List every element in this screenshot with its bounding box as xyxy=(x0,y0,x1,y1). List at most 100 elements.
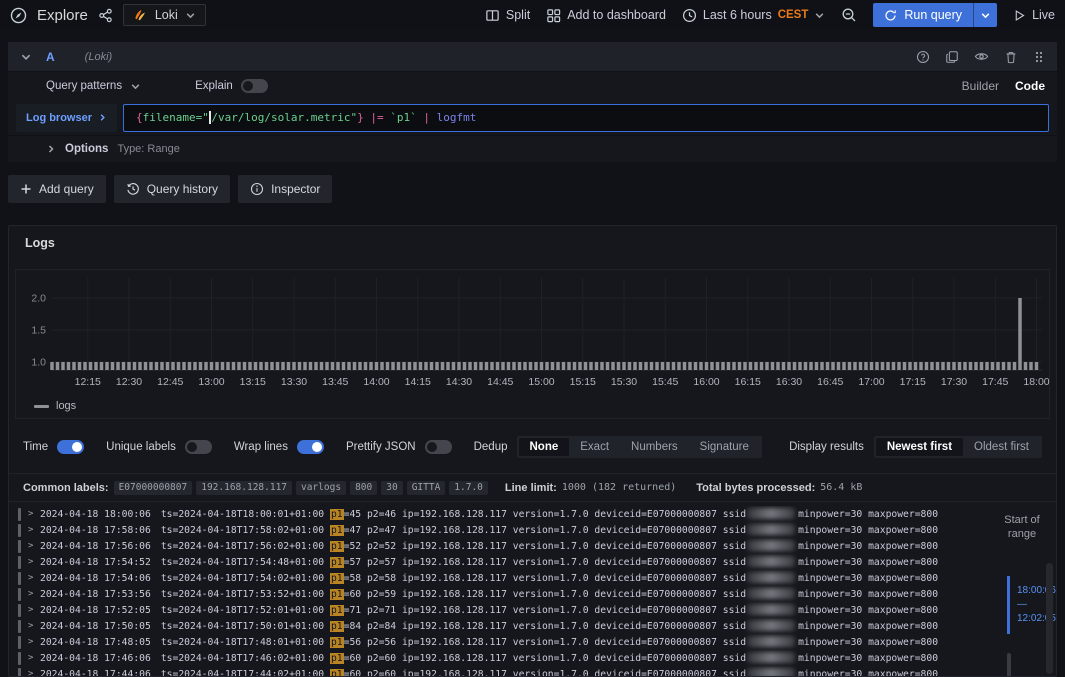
time-range-label: Last 6 hours xyxy=(703,8,772,22)
logs-volume-svg[interactable]: 1.01.52.012:1512:3012:4513:0013:1513:301… xyxy=(16,270,1051,392)
query-options-row[interactable]: Options Type: Range xyxy=(8,135,1057,162)
log-row[interactable]: > 2024-04-18 17:54:06 ts=2024-04-18T17:5… xyxy=(15,570,1042,586)
duplicate-icon[interactable] xyxy=(945,50,959,64)
log-row[interactable]: > 2024-04-18 17:48:05 ts=2024-04-18T17:4… xyxy=(15,634,1042,650)
redacted-value xyxy=(747,588,795,599)
redacted-value xyxy=(747,668,795,676)
expand-chevron-icon[interactable]: > xyxy=(28,573,40,583)
inspector-button[interactable]: Inspector xyxy=(238,175,332,203)
common-labels-label: Common labels: xyxy=(23,482,109,494)
log-timestamp: 2024-04-18 17:44:06 xyxy=(40,669,151,677)
time-range-picker[interactable]: Last 6 hours CEST xyxy=(682,8,825,23)
split-icon xyxy=(485,8,500,23)
query-history-label: Query history xyxy=(147,182,218,196)
editor-mode-toggle: Builder Code xyxy=(962,79,1045,93)
display-option-oldest-first[interactable]: Oldest first xyxy=(963,438,1040,456)
query-ref-id: A xyxy=(46,50,55,64)
log-row[interactable]: > 2024-04-18 17:56:06 ts=2024-04-18T17:5… xyxy=(15,538,1042,554)
run-query-button-group: Run query xyxy=(873,3,997,27)
line-limit-value: 1000 (182 returned) xyxy=(562,482,676,493)
play-icon xyxy=(1013,9,1026,22)
log-message: ts=2024-04-18T17:52:01+01:00 p1=71 p2=71… xyxy=(161,604,938,616)
match-highlight: p1 xyxy=(330,541,344,552)
svg-text:12:30: 12:30 xyxy=(116,376,142,388)
explore-compass-icon xyxy=(10,7,27,24)
toggle-switch[interactable] xyxy=(57,440,84,454)
add-to-dashboard-button[interactable]: Add to dashboard xyxy=(546,8,666,23)
dedup-option-numbers[interactable]: Numbers xyxy=(620,438,689,456)
redacted-value xyxy=(747,572,795,583)
log-timestamp: 2024-04-18 17:58:06 xyxy=(40,525,151,536)
code-mode-button[interactable]: Code xyxy=(1015,79,1045,93)
log-browser-button[interactable]: Log browser xyxy=(16,104,117,132)
redacted-value xyxy=(747,652,795,663)
query-patterns-button[interactable]: Query patterns xyxy=(46,80,122,92)
logs-scrollbar[interactable] xyxy=(1046,563,1053,674)
common-label-badge: 1.7.0 xyxy=(449,481,488,495)
log-row[interactable]: > 2024-04-18 17:46:06 ts=2024-04-18T17:4… xyxy=(15,650,1042,666)
log-rows-list: > 2024-04-18 18:00:06 ts=2024-04-18T18:0… xyxy=(15,506,1042,676)
dedup-option-signature[interactable]: Signature xyxy=(689,438,760,456)
share-icon[interactable] xyxy=(98,8,113,23)
expand-chevron-icon[interactable]: > xyxy=(28,589,40,599)
log-message: ts=2024-04-18T17:54:48+01:00 p1=57 p2=57… xyxy=(161,556,938,568)
expand-chevron-icon[interactable]: > xyxy=(28,637,40,647)
toolbar-left: Explore Loki xyxy=(10,4,206,26)
zoom-out-icon[interactable] xyxy=(841,7,857,23)
trash-icon[interactable] xyxy=(1004,50,1018,64)
svg-text:15:45: 15:45 xyxy=(652,376,678,388)
timezone-label: CEST xyxy=(778,9,809,21)
dedup-option-exact[interactable]: Exact xyxy=(569,438,620,456)
drag-handle-icon[interactable] xyxy=(1033,50,1045,64)
svg-text:14:30: 14:30 xyxy=(446,376,472,388)
log-row[interactable]: > 2024-04-18 17:50:05 ts=2024-04-18T17:5… xyxy=(15,618,1042,634)
run-query-dropdown[interactable] xyxy=(973,3,997,27)
dedup-control: Dedup NoneExactNumbersSignature xyxy=(474,436,762,458)
expand-chevron-icon[interactable]: > xyxy=(28,669,40,676)
expand-chevron-icon[interactable]: > xyxy=(28,509,40,519)
log-row[interactable]: > 2024-04-18 17:44:06 ts=2024-04-18T17:4… xyxy=(15,666,1042,676)
chevron-down-icon xyxy=(980,10,991,21)
query-history-button[interactable]: Query history xyxy=(114,175,230,203)
add-query-button[interactable]: Add query xyxy=(8,175,106,203)
explain-toggle[interactable] xyxy=(241,79,268,93)
log-level-bar xyxy=(18,508,21,521)
expand-chevron-icon[interactable]: > xyxy=(28,541,40,551)
dedup-option-none[interactable]: None xyxy=(519,438,570,456)
builder-mode-button[interactable]: Builder xyxy=(962,79,999,93)
legend-label[interactable]: logs xyxy=(56,400,76,412)
query-row-header[interactable]: A (Loki) xyxy=(8,42,1057,71)
split-button[interactable]: Split xyxy=(485,8,530,23)
explain-control: Explain xyxy=(195,79,268,93)
log-row[interactable]: > 2024-04-18 17:58:06 ts=2024-04-18T17:5… xyxy=(15,522,1042,538)
run-query-button[interactable]: Run query xyxy=(873,3,973,27)
help-icon[interactable] xyxy=(916,50,930,64)
expand-chevron-icon[interactable]: > xyxy=(28,525,40,535)
query-expression-input[interactable]: {filename="/var/log/solar.metric"} |= `p… xyxy=(123,104,1049,132)
log-row[interactable]: > 2024-04-18 17:53:56 ts=2024-04-18T17:5… xyxy=(15,586,1042,602)
query-editor-panel: A (Loki) Query patterns Explain Builder … xyxy=(8,42,1057,162)
eye-icon[interactable] xyxy=(974,49,989,64)
expand-chevron-icon[interactable]: > xyxy=(28,653,40,663)
expand-chevron-icon[interactable]: > xyxy=(28,605,40,615)
match-highlight: p1 xyxy=(330,653,344,664)
toggle-switch[interactable] xyxy=(297,440,324,454)
expand-chevron-icon[interactable]: > xyxy=(28,557,40,567)
svg-text:13:00: 13:00 xyxy=(198,376,224,388)
common-label-badge: 800 xyxy=(350,481,377,495)
match-highlight: p1 xyxy=(330,573,344,584)
live-button[interactable]: Live xyxy=(1013,8,1055,22)
collapse-chevron-icon[interactable] xyxy=(20,51,32,63)
log-row[interactable]: > 2024-04-18 17:54:52 ts=2024-04-18T17:5… xyxy=(15,554,1042,570)
display-results-control: Display results Newest firstOldest first xyxy=(789,436,1042,458)
display-option-newest-first[interactable]: Newest first xyxy=(876,438,963,456)
log-row[interactable]: > 2024-04-18 18:00:06 ts=2024-04-18T18:0… xyxy=(15,506,1042,522)
log-row[interactable]: > 2024-04-18 17:52:05 ts=2024-04-18T17:5… xyxy=(15,602,1042,618)
toggle-switch[interactable] xyxy=(425,440,452,454)
log-message: ts=2024-04-18T17:50:01+01:00 p1=84 p2=84… xyxy=(161,620,938,632)
log-page-marker-next[interactable] xyxy=(1007,653,1011,677)
datasource-picker[interactable]: Loki xyxy=(123,4,206,26)
toggle-switch[interactable] xyxy=(185,440,212,454)
expand-chevron-icon[interactable]: > xyxy=(28,621,40,631)
toggle-unique-labels: Unique labels xyxy=(106,440,212,454)
